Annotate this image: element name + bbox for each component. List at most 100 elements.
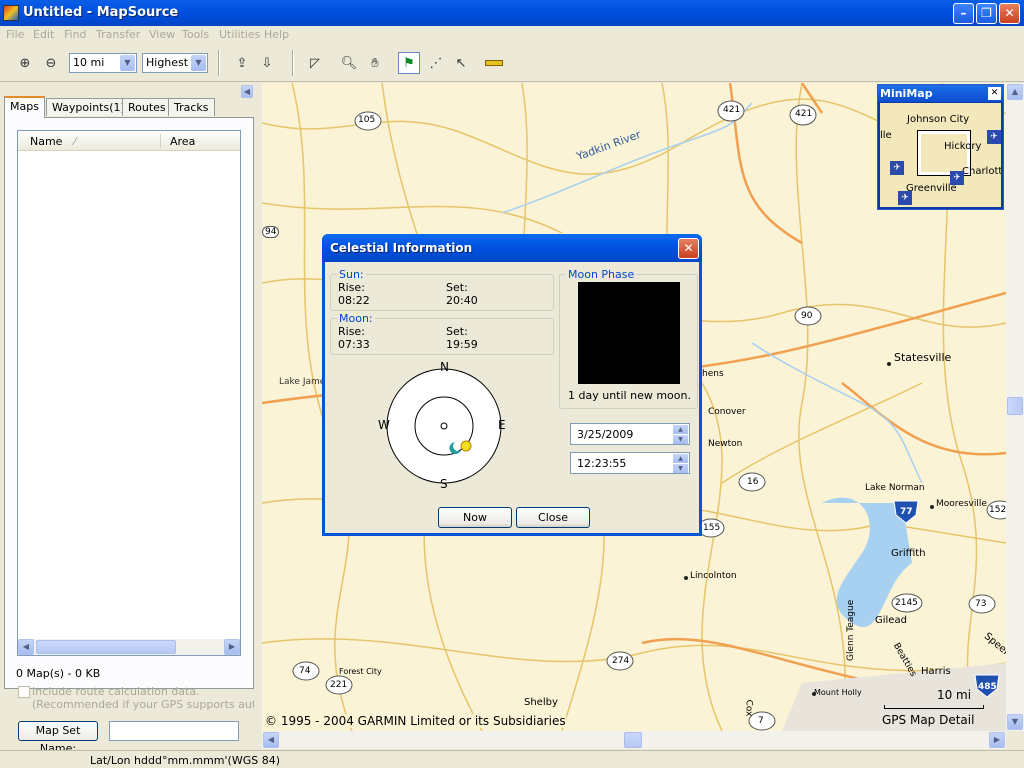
route-tool-icon[interactable]: ⋰	[425, 52, 447, 74]
close-window-button[interactable]: ✕	[999, 3, 1020, 24]
sun-group: Sun: Rise: 08:22 Set: 20:40	[330, 274, 554, 311]
close-button[interactable]: Close	[516, 507, 590, 528]
highway-shield: 73	[975, 599, 986, 609]
zoom-tool-icon[interactable]: 🔍︎	[338, 52, 360, 74]
highway-shield: 421	[795, 109, 812, 119]
menu-tools[interactable]: Tools	[182, 28, 209, 41]
map-label: Harris	[921, 666, 951, 677]
menu-bar: File Edit Find Transfer View Tools Utili…	[0, 26, 1024, 44]
now-button[interactable]: Now	[438, 507, 512, 528]
minimap-label: Johnson City	[907, 114, 969, 125]
map-detail-label: GPS Map Detail	[882, 713, 974, 727]
menu-find[interactable]: Find	[64, 28, 87, 41]
list-horizontal-scrollbar[interactable]: ◀ ▶	[18, 639, 240, 655]
collapse-panel-icon[interactable]: ◀	[241, 85, 253, 98]
airport-icon: ✈	[898, 191, 912, 205]
sun-rise-value: 08:22	[338, 294, 370, 307]
column-name[interactable]: Name	[30, 135, 62, 148]
sun-group-label: Sun:	[337, 268, 366, 281]
sun-set-value: 20:40	[446, 294, 478, 307]
map-detail-select[interactable]: Highest ▼	[142, 53, 208, 73]
tab-waypoints[interactable]: Waypoints(1)	[46, 98, 131, 116]
map-label: Mooresville	[936, 499, 987, 509]
zoom-out-icon[interactable]: ⊖	[40, 52, 62, 74]
selection-arrow-icon[interactable]: ↖	[450, 52, 472, 74]
map-tool-icon[interactable]: ◸	[304, 52, 326, 74]
title-bar[interactable]: Untitled - MapSource – ❐ ✕	[0, 0, 1024, 26]
chevron-down-icon[interactable]: ▼	[120, 55, 135, 71]
column-area[interactable]: Area	[170, 135, 195, 148]
highway-shield: 16	[747, 477, 758, 487]
moon-rise-value: 07:33	[338, 338, 370, 351]
airport-icon: ✈	[950, 171, 964, 185]
highway-shield: 90	[801, 311, 812, 321]
status-bar: Lat/Lon hddd°mm.mmm'(WGS 84)	[0, 750, 1024, 768]
spin-up-icon[interactable]: ▲	[673, 425, 688, 434]
map-vertical-scrollbar[interactable]: ▲ ▼	[1006, 83, 1024, 731]
waypoint-flag-icon[interactable]: ⚑	[398, 52, 420, 74]
map-label: Forest City	[339, 667, 382, 676]
scroll-thumb[interactable]	[36, 640, 176, 654]
compass-west: W	[378, 418, 390, 432]
map-label: Cox	[743, 700, 753, 717]
receive-from-device-icon[interactable]: ⇪	[231, 52, 253, 74]
map-set-name-button[interactable]: Map Set Name:	[18, 721, 98, 741]
scroll-left-icon[interactable]: ◀	[263, 732, 279, 748]
maps-list[interactable]: Name ⁄ Area ◀ ▶	[17, 130, 241, 656]
tab-tracks[interactable]: Tracks	[168, 98, 215, 116]
zoom-scale-select[interactable]: 10 mi ▼	[69, 53, 137, 73]
moon-set-label: Set:	[446, 325, 468, 338]
map-label: Glenn Teague	[846, 600, 856, 661]
window-title: Untitled - MapSource	[23, 5, 178, 20]
list-header: Name ⁄ Area	[18, 131, 240, 151]
airport-icon: ✈	[987, 130, 1001, 144]
scroll-thumb[interactable]	[624, 732, 642, 748]
spin-down-icon[interactable]: ▼	[673, 464, 688, 473]
minimap-title: MiniMap	[878, 85, 1003, 102]
close-icon[interactable]: ✕	[988, 87, 1001, 100]
pan-hand-icon[interactable]: ✋︎	[364, 52, 386, 74]
app-icon[interactable]	[3, 5, 19, 21]
menu-view[interactable]: View	[149, 28, 175, 41]
include-route-checkbox[interactable]	[18, 686, 30, 698]
menu-transfer[interactable]: Transfer	[96, 28, 140, 41]
menu-file[interactable]: File	[6, 28, 24, 41]
position-format: Lat/Lon hddd°mm.mmm'(WGS 84)	[90, 754, 280, 767]
scroll-down-icon[interactable]: ▼	[1007, 714, 1023, 730]
time-picker[interactable]: 12:23:55 ▲ ▼	[570, 452, 690, 474]
map-label: Newton	[708, 439, 742, 449]
zoom-in-icon[interactable]: ⊕	[14, 52, 36, 74]
tab-maps[interactable]: Maps	[4, 96, 45, 118]
mapsource-window: Untitled - MapSource – ❐ ✕ File Edit Fin…	[0, 0, 1024, 768]
spin-up-icon[interactable]: ▲	[673, 454, 688, 463]
moon-set-value: 19:59	[446, 338, 478, 351]
distance-ruler-icon[interactable]	[483, 52, 505, 74]
tab-routes[interactable]: Routes	[122, 98, 172, 116]
map-horizontal-scrollbar[interactable]: ◀ ▶	[262, 731, 1006, 749]
minimize-button[interactable]: –	[953, 3, 974, 24]
menu-utilities[interactable]: Utilities	[219, 28, 260, 41]
scroll-left-icon[interactable]: ◀	[18, 639, 34, 655]
column-divider	[160, 134, 161, 148]
menu-help[interactable]: Help	[264, 28, 289, 41]
highway-shield: 155	[703, 523, 720, 533]
highway-shield: 94	[262, 226, 279, 238]
scroll-up-icon[interactable]: ▲	[1007, 84, 1023, 100]
restore-button[interactable]: ❐	[976, 3, 997, 24]
toolbar-separator	[292, 50, 294, 76]
scroll-thumb[interactable]	[1007, 397, 1023, 415]
map-set-name-input[interactable]	[109, 721, 239, 741]
dialog-close-icon[interactable]: ✕	[678, 238, 699, 259]
menu-edit[interactable]: Edit	[33, 28, 54, 41]
date-picker[interactable]: 3/25/2009 ▲ ▼	[570, 423, 690, 445]
minimap-view[interactable]: Johnson City Hickory Charlott Greenville…	[880, 103, 1001, 207]
scroll-right-icon[interactable]: ▶	[989, 732, 1005, 748]
spin-down-icon[interactable]: ▼	[673, 435, 688, 444]
dialog-title-bar[interactable]: Celestial Information ✕	[322, 234, 702, 262]
scroll-right-icon[interactable]: ▶	[224, 639, 240, 655]
chevron-down-icon[interactable]: ▼	[191, 55, 206, 71]
map-label: Griffith	[891, 548, 926, 559]
send-to-device-icon[interactable]: ⇩	[256, 52, 278, 74]
celestial-information-dialog: Celestial Information ✕ Sun: Rise: 08:22…	[322, 234, 702, 536]
minimap-window[interactable]: MiniMap ✕ Johnson City Hickory Charlott …	[877, 84, 1004, 210]
